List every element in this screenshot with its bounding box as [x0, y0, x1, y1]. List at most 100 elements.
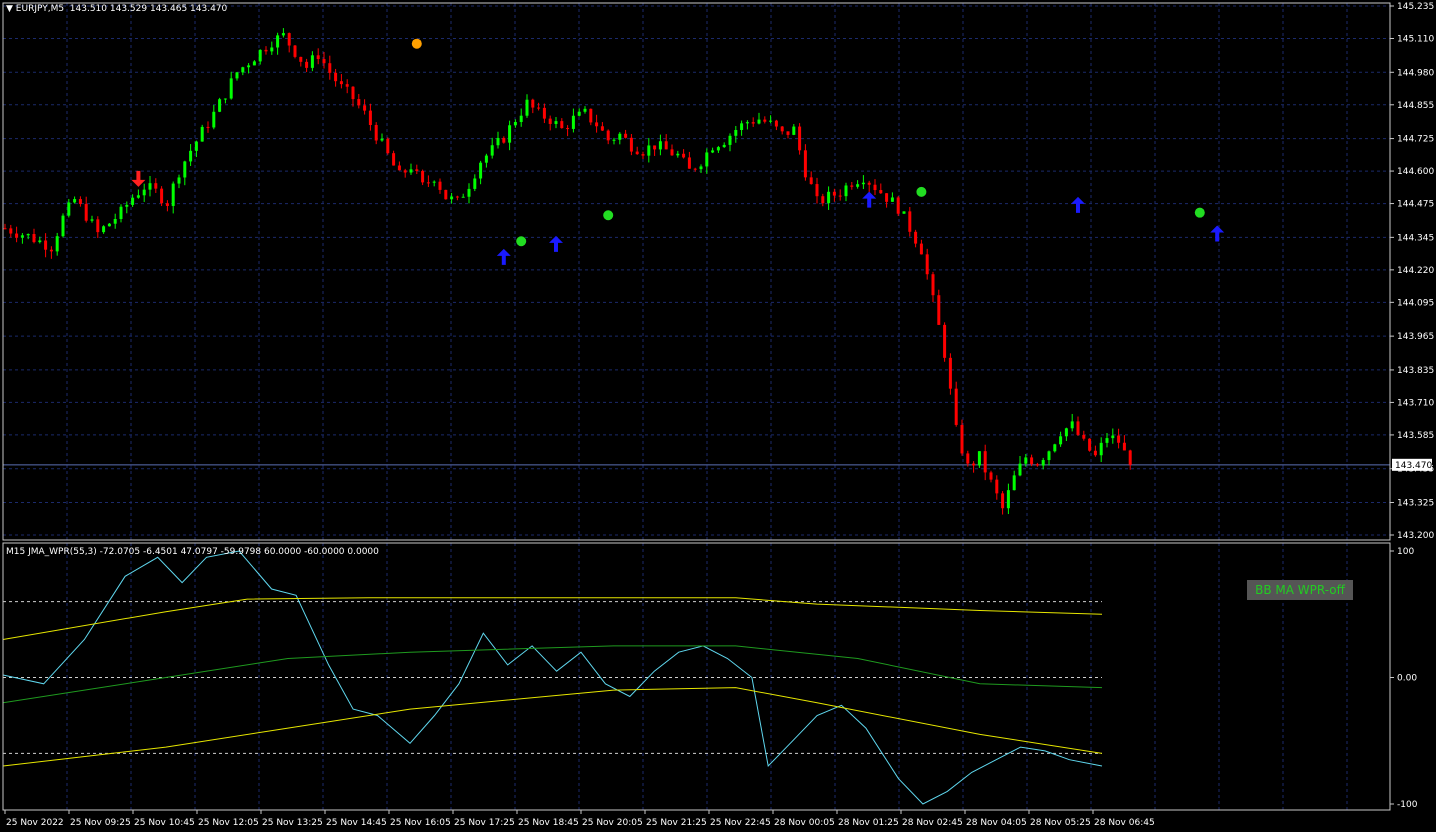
candle-body — [467, 188, 471, 197]
candle-body — [745, 122, 749, 124]
candle-body — [293, 45, 297, 57]
price-tick-label: 144.600 — [1397, 167, 1434, 177]
candle-body — [107, 223, 111, 227]
candle-body — [473, 178, 477, 189]
candle-body — [769, 120, 773, 122]
candle-body — [542, 107, 546, 119]
candle-body — [589, 108, 593, 123]
candle-body — [943, 324, 947, 358]
candle-body — [1024, 457, 1028, 464]
time-tick-label: 25 Nov 22:45 — [710, 818, 771, 828]
candle-body — [821, 196, 825, 204]
candle-body — [757, 119, 761, 124]
chart-canvas[interactable]: 145.235 145.110 144.980 144.855 144.725 144.6… — [0, 0, 1436, 832]
candle-body — [786, 131, 790, 135]
candle-body — [102, 226, 106, 233]
candle-body — [9, 228, 13, 234]
price-tick-label: 143.200 — [1397, 531, 1434, 541]
orange-dot-signal — [411, 38, 422, 49]
candle-body — [276, 35, 280, 48]
candle-body — [728, 135, 732, 145]
candle-body — [624, 133, 628, 138]
candle-body — [363, 105, 367, 111]
candle-body — [61, 215, 65, 237]
candle-body — [629, 137, 633, 152]
candle-body — [548, 118, 552, 124]
candle-body — [908, 211, 912, 232]
candle-body — [1047, 451, 1051, 461]
time-tick-label: 25 Nov 12:05 — [198, 818, 259, 828]
candle-body — [577, 111, 581, 116]
candle-body — [165, 203, 169, 206]
candle-body — [641, 154, 645, 156]
time-tick-label: 25 Nov 14:45 — [326, 818, 387, 828]
time-tick-label: 28 Nov 02:45 — [902, 818, 963, 828]
candle-body — [925, 254, 929, 275]
candle-body — [1076, 421, 1080, 435]
time-tick-label: 25 Nov 18:45 — [518, 818, 579, 828]
candle-body — [171, 183, 175, 206]
candle-body — [136, 195, 140, 198]
candle-body — [1122, 442, 1126, 451]
bb-ma-wpr-toggle-button[interactable]: BB MA WPR-off — [1247, 580, 1353, 600]
candle-body — [1035, 464, 1039, 466]
candle-body — [502, 137, 506, 143]
candle-body — [316, 55, 320, 60]
candle-body — [345, 84, 349, 87]
candle-body — [287, 33, 291, 46]
candle-body — [484, 155, 488, 163]
candle-body — [96, 219, 100, 233]
main-chart-header: ▼ EURJPY,M5 143.510 143.529 143.465 143.… — [6, 4, 227, 14]
candle-body — [281, 33, 285, 36]
candle-body — [113, 219, 117, 224]
collapse-triangle-icon[interactable]: ▼ — [6, 4, 16, 14]
candle-body — [200, 126, 204, 142]
candle-body — [977, 451, 981, 466]
candle-body — [258, 49, 262, 62]
candle-body — [264, 49, 268, 52]
candle-body — [705, 152, 709, 167]
candle-body — [461, 196, 465, 198]
candle-body — [1117, 435, 1121, 443]
candle-body — [55, 236, 59, 252]
candle-body — [403, 170, 407, 173]
candle-body — [606, 130, 610, 141]
candle-body — [1001, 493, 1005, 509]
candle-body — [734, 129, 738, 136]
time-tick-label: 25 Nov 13:25 — [262, 818, 323, 828]
candle-body — [937, 295, 941, 325]
candle-body — [322, 59, 326, 64]
time-tick-label: 28 Nov 05:25 — [1030, 818, 1091, 828]
candle-body — [612, 139, 616, 141]
candle-body — [392, 153, 396, 166]
candle-body — [682, 153, 686, 158]
indicator-tick-label: 100 — [1397, 547, 1414, 557]
candle-body — [38, 240, 42, 243]
candle-body — [438, 181, 442, 190]
candle-body — [49, 249, 53, 252]
candle-body — [455, 196, 459, 198]
candle-body — [247, 65, 251, 68]
candle-body — [415, 169, 419, 171]
candle-body — [867, 182, 871, 185]
candle-body — [1105, 438, 1109, 443]
candle-body — [653, 145, 657, 150]
candle-body — [792, 126, 796, 135]
candle-body — [635, 151, 639, 155]
candle-body — [310, 55, 314, 68]
candle-body — [1064, 428, 1068, 437]
candle-body — [397, 165, 401, 171]
candle-body — [299, 56, 303, 62]
candle-body — [780, 126, 784, 132]
candle-body — [160, 188, 164, 204]
candle-body — [687, 157, 691, 169]
candle-body — [479, 162, 483, 179]
candle-body — [815, 184, 819, 197]
candle-body — [305, 61, 309, 68]
candle-body — [1030, 457, 1034, 465]
green-dot-signal — [916, 186, 927, 197]
candle-body — [844, 185, 848, 197]
candle-body — [223, 98, 227, 100]
time-tick-label: 28 Nov 06:45 — [1094, 818, 1155, 828]
candle-body — [716, 147, 720, 151]
